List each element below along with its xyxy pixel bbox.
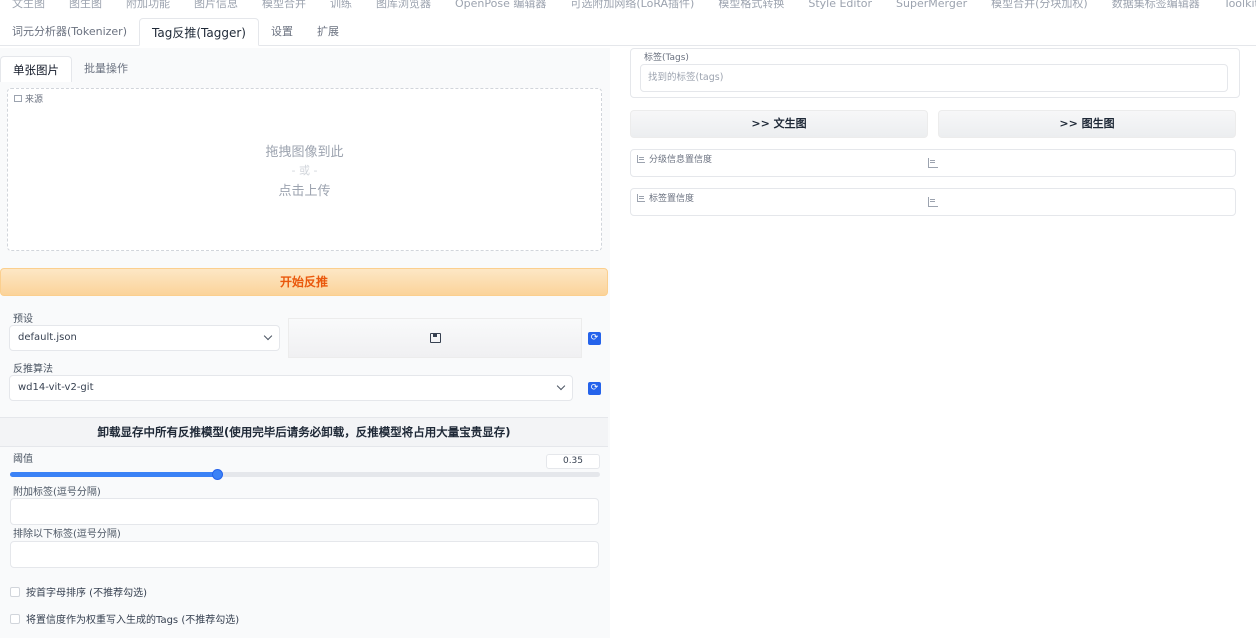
confidence-weight-checkbox[interactable]: [10, 613, 20, 624]
tags-output-textbox[interactable]: 找到的标签(tags): [640, 64, 1228, 92]
bar-chart-icon: [637, 154, 645, 163]
rating-confidence-header: 分级信息置信度: [637, 152, 712, 165]
tab-batch[interactable]: 批量操作: [72, 56, 140, 82]
tab-toolkit[interactable]: Toolkit: [1212, 0, 1256, 14]
confidence-weight-label: 将置信度作为权重写入生成的Tags (不推荐勾选): [26, 615, 240, 626]
upload-label: 来源: [14, 92, 43, 105]
bar-chart-icon: [637, 193, 645, 202]
rating-confidence-label: 分级信息置信度: [649, 155, 713, 165]
exclude-tags-label: 排除以下标签(逗号分隔): [13, 529, 121, 540]
interrogate-button[interactable]: 开始反推: [0, 268, 608, 296]
tab-dataset-tag-editor[interactable]: 数据集标签编辑器: [1100, 0, 1212, 14]
bar-chart-icon: [928, 197, 938, 207]
interrogator-value: wd14-vit-v2-git: [18, 382, 94, 393]
tab-model-converter[interactable]: 模型格式转换: [706, 0, 796, 14]
unload-models-button[interactable]: 卸载显存中所有反推模型(使用完毕后请务必卸载，反推模型将占用大量宝贵显存): [0, 417, 608, 447]
source-label: 来源: [25, 95, 44, 105]
tab-train[interactable]: 训练: [318, 0, 364, 14]
slider-handle[interactable]: [211, 469, 223, 480]
image-icon: [14, 95, 22, 102]
drop-hint: 拖拽图像到此 - 或 - 点击上传: [8, 141, 601, 199]
tab-openpose-editor[interactable]: OpenPose 编辑器: [443, 0, 558, 14]
exclude-tags-input[interactable]: [10, 541, 599, 568]
threshold-number-input[interactable]: 0.35: [546, 454, 600, 469]
additional-tags-input[interactable]: [10, 498, 599, 525]
image-upload-dropzone[interactable]: 来源 拖拽图像到此 - 或 - 点击上传: [7, 88, 602, 251]
tag-confidence-block: 标签置信度: [630, 188, 1236, 216]
click-upload-text: 点击上传: [278, 184, 331, 199]
tab-extensions[interactable]: 扩展: [305, 18, 351, 45]
tab-txt2img[interactable]: 文生图: [0, 0, 57, 14]
tab-png-info[interactable]: 图片信息: [182, 0, 250, 14]
tag-confidence-label: 标签置信度: [649, 194, 695, 204]
refresh-interrogator-button[interactable]: ⟳: [588, 382, 601, 395]
sort-alphabetically-label: 按首字母排序 (不推荐勾选): [26, 588, 147, 599]
refresh-icon: ⟳: [590, 383, 599, 393]
tab-checkpoint-merger[interactable]: 模型合并: [250, 0, 318, 14]
chevron-down-icon: [263, 331, 273, 341]
refresh-icon: ⟳: [590, 333, 599, 343]
image-mode-tabs: 单张图片 批量操作: [0, 56, 140, 82]
send-to-img2img-button[interactable]: >> 图生图: [938, 110, 1236, 138]
interrogator-label: 反推算法: [13, 364, 53, 375]
tab-supermerger[interactable]: SuperMerger: [884, 0, 979, 14]
save-preset-button[interactable]: [288, 318, 582, 358]
tab-additional-networks[interactable]: 可选附加网络(LoRA插件): [558, 0, 706, 14]
interrogator-select[interactable]: wd14-vit-v2-git: [9, 375, 573, 401]
drop-text: 拖拽图像到此: [265, 145, 344, 160]
threshold-label: 阈值: [13, 454, 33, 465]
right-panel: 标签(Tags) 找到的标签(tags) >> 文生图 >> 图生图 分级信息置…: [622, 48, 1248, 638]
bar-chart-icon: [928, 158, 938, 168]
top-tab-bar: 文生图 图生图 附加功能 图片信息 模型合并 训练 图库浏览器 OpenPose…: [0, 0, 1256, 14]
tab-tokenizer[interactable]: 词元分析器(Tokenizer): [0, 18, 139, 45]
sub-tab-bar: 词元分析器(Tokenizer) Tag反推(Tagger) 设置 扩展: [0, 18, 1256, 46]
tag-confidence-header: 标签置信度: [637, 191, 694, 204]
tab-image-browser[interactable]: 图库浏览器: [364, 0, 443, 14]
preset-select[interactable]: default.json: [9, 325, 280, 351]
refresh-preset-button[interactable]: ⟳: [588, 332, 601, 345]
preset-value: default.json: [18, 332, 77, 343]
tab-tagger[interactable]: Tag反推(Tagger): [139, 18, 259, 46]
tab-img2img[interactable]: 图生图: [57, 0, 114, 14]
threshold-slider[interactable]: [10, 469, 600, 480]
preset-label: 预设: [13, 314, 33, 325]
tab-style-editor[interactable]: Style Editor: [796, 0, 884, 14]
save-icon: [430, 333, 441, 343]
tags-label: 标签(Tags): [644, 53, 689, 63]
left-panel: 单张图片 批量操作 来源 拖拽图像到此 - 或 - 点击上传 开始反推 预设 d…: [0, 48, 610, 638]
tags-output-block: 标签(Tags) 找到的标签(tags): [630, 48, 1240, 98]
sort-alphabetically-option[interactable]: 按首字母排序 (不推荐勾选): [10, 584, 147, 599]
tab-block-merge[interactable]: 模型合并(分块加权): [979, 0, 1100, 14]
tab-settings[interactable]: 设置: [259, 18, 305, 45]
chevron-down-icon: [556, 381, 566, 391]
tab-single-image[interactable]: 单张图片: [0, 56, 72, 82]
send-to-txt2img-button[interactable]: >> 文生图: [630, 110, 928, 138]
tab-extras[interactable]: 附加功能: [114, 0, 182, 14]
or-text: - 或 -: [291, 164, 318, 177]
slider-fill: [10, 472, 217, 477]
confidence-weight-option[interactable]: 将置信度作为权重写入生成的Tags (不推荐勾选): [10, 611, 239, 626]
additional-tags-label: 附加标签(逗号分隔): [13, 487, 101, 498]
sort-alphabetically-checkbox[interactable]: [10, 586, 20, 597]
rating-confidence-block: 分级信息置信度: [630, 149, 1236, 177]
